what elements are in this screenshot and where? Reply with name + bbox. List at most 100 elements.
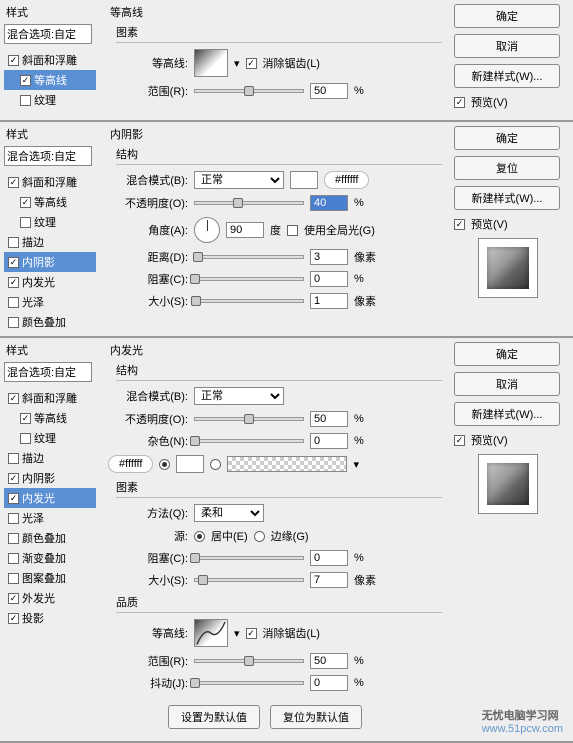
checkbox-icon[interactable] [8,533,19,544]
angle-input[interactable] [226,222,264,238]
global-light-checkbox[interactable] [287,225,298,236]
reset-default-button[interactable]: 复位为默认值 [270,705,362,729]
color-swatch[interactable] [176,455,204,473]
new-style-button[interactable]: 新建样式(W)... [454,64,560,88]
ok-button[interactable]: 确定 [454,342,560,366]
blend-options-select[interactable]: 混合选项:自定 [4,362,92,382]
checkbox-icon[interactable] [8,237,19,248]
style-item-contour[interactable]: 等高线 [4,192,96,212]
style-item-texture[interactable]: 纹理 [4,90,96,110]
opacity-slider[interactable] [194,201,304,205]
ok-button[interactable]: 确定 [454,4,560,28]
style-item-texture[interactable]: 纹理 [4,212,96,232]
checkbox-icon[interactable] [8,257,19,268]
style-item-patternoverlay[interactable]: 图案叠加 [4,568,96,588]
noise-slider[interactable] [194,439,304,443]
checkbox-icon[interactable] [20,95,31,106]
contour-picker[interactable] [194,49,228,77]
style-item-stroke[interactable]: 描边 [4,448,96,468]
gradient-radio[interactable] [210,459,221,470]
checkbox-icon[interactable] [8,393,19,404]
reset-button[interactable]: 复位 [454,156,560,180]
size-slider[interactable] [194,299,304,303]
style-item-satin[interactable]: 光泽 [4,292,96,312]
choke-input[interactable] [310,271,348,287]
style-item-stroke[interactable]: 描边 [4,232,96,252]
range-slider[interactable] [194,89,304,93]
checkbox-icon[interactable] [8,513,19,524]
dropdown-icon[interactable]: ▾ [234,57,240,70]
range-input[interactable] [310,83,348,99]
checkbox-icon[interactable] [8,593,19,604]
style-item-innerglow[interactable]: 内发光 [4,272,96,292]
noise-input[interactable] [310,433,348,449]
checkbox-icon[interactable] [8,317,19,328]
blend-options-select[interactable]: 混合选项:自定 [4,146,92,166]
antialias-checkbox[interactable] [246,628,257,639]
blendmode-select[interactable]: 正常 [194,171,284,189]
antialias-checkbox[interactable] [246,58,257,69]
style-item-satin[interactable]: 光泽 [4,508,96,528]
checkbox-icon[interactable] [8,553,19,564]
source-edge-radio[interactable] [254,531,265,542]
contour-picker[interactable] [194,619,228,647]
checkbox-icon[interactable] [8,297,19,308]
checkbox-icon[interactable] [20,433,31,444]
size-input[interactable] [310,572,348,588]
style-item-innershadow[interactable]: 内阴影 [4,468,96,488]
gradient-picker[interactable] [227,456,347,472]
checkbox-icon[interactable] [8,573,19,584]
style-item-gradientoverlay[interactable]: 渐变叠加 [4,548,96,568]
checkbox-icon[interactable] [20,413,31,424]
dropdown-icon[interactable]: ▾ [234,627,240,640]
checkbox-icon[interactable] [8,493,19,504]
opacity-input[interactable] [310,195,348,211]
checkbox-icon[interactable] [8,453,19,464]
style-item-bevel[interactable]: 斜面和浮雕 [4,388,96,408]
range-input[interactable] [310,653,348,669]
cancel-button[interactable]: 取消 [454,34,560,58]
choke-slider[interactable] [194,277,304,281]
checkbox-icon[interactable] [20,75,31,86]
checkbox-icon[interactable] [8,277,19,288]
choke-input[interactable] [310,550,348,566]
choke-slider[interactable] [194,556,304,560]
preview-checkbox[interactable] [454,219,465,230]
new-style-button[interactable]: 新建样式(W)... [454,402,560,426]
checkbox-icon[interactable] [20,217,31,228]
color-swatch[interactable] [290,171,318,189]
blend-options-select[interactable]: 混合选项:自定 [4,24,92,44]
style-item-contour[interactable]: 等高线 [4,408,96,428]
style-item-innershadow[interactable]: 内阴影 [4,252,96,272]
style-item-dropshadow[interactable]: 投影 [4,608,96,628]
angle-dial[interactable] [194,217,220,243]
checkbox-icon[interactable] [8,613,19,624]
jitter-input[interactable] [310,675,348,691]
style-item-bevel[interactable]: 斜面和浮雕 [4,50,96,70]
size-input[interactable] [310,293,348,309]
style-item-contour[interactable]: 等高线 [4,70,96,90]
color-radio[interactable] [159,459,170,470]
technique-select[interactable]: 柔和 [194,504,264,522]
style-item-coloroverlay[interactable]: 颜色叠加 [4,528,96,548]
style-item-texture[interactable]: 纹理 [4,428,96,448]
opacity-input[interactable] [310,411,348,427]
preview-checkbox[interactable] [454,435,465,446]
jitter-slider[interactable] [194,681,304,685]
style-item-coloroverlay[interactable]: 颜色叠加 [4,312,96,332]
distance-input[interactable] [310,249,348,265]
style-item-bevel[interactable]: 斜面和浮雕 [4,172,96,192]
blendmode-select[interactable]: 正常 [194,387,284,405]
range-slider[interactable] [194,659,304,663]
style-item-innerglow[interactable]: 内发光 [4,488,96,508]
checkbox-icon[interactable] [8,55,19,66]
size-slider[interactable] [194,578,304,582]
cancel-button[interactable]: 取消 [454,372,560,396]
style-item-outerglow[interactable]: 外发光 [4,588,96,608]
dropdown-icon[interactable]: ▾ [353,458,359,471]
source-center-radio[interactable] [194,531,205,542]
ok-button[interactable]: 确定 [454,126,560,150]
preview-checkbox[interactable] [454,97,465,108]
new-style-button[interactable]: 新建样式(W)... [454,186,560,210]
checkbox-icon[interactable] [20,197,31,208]
